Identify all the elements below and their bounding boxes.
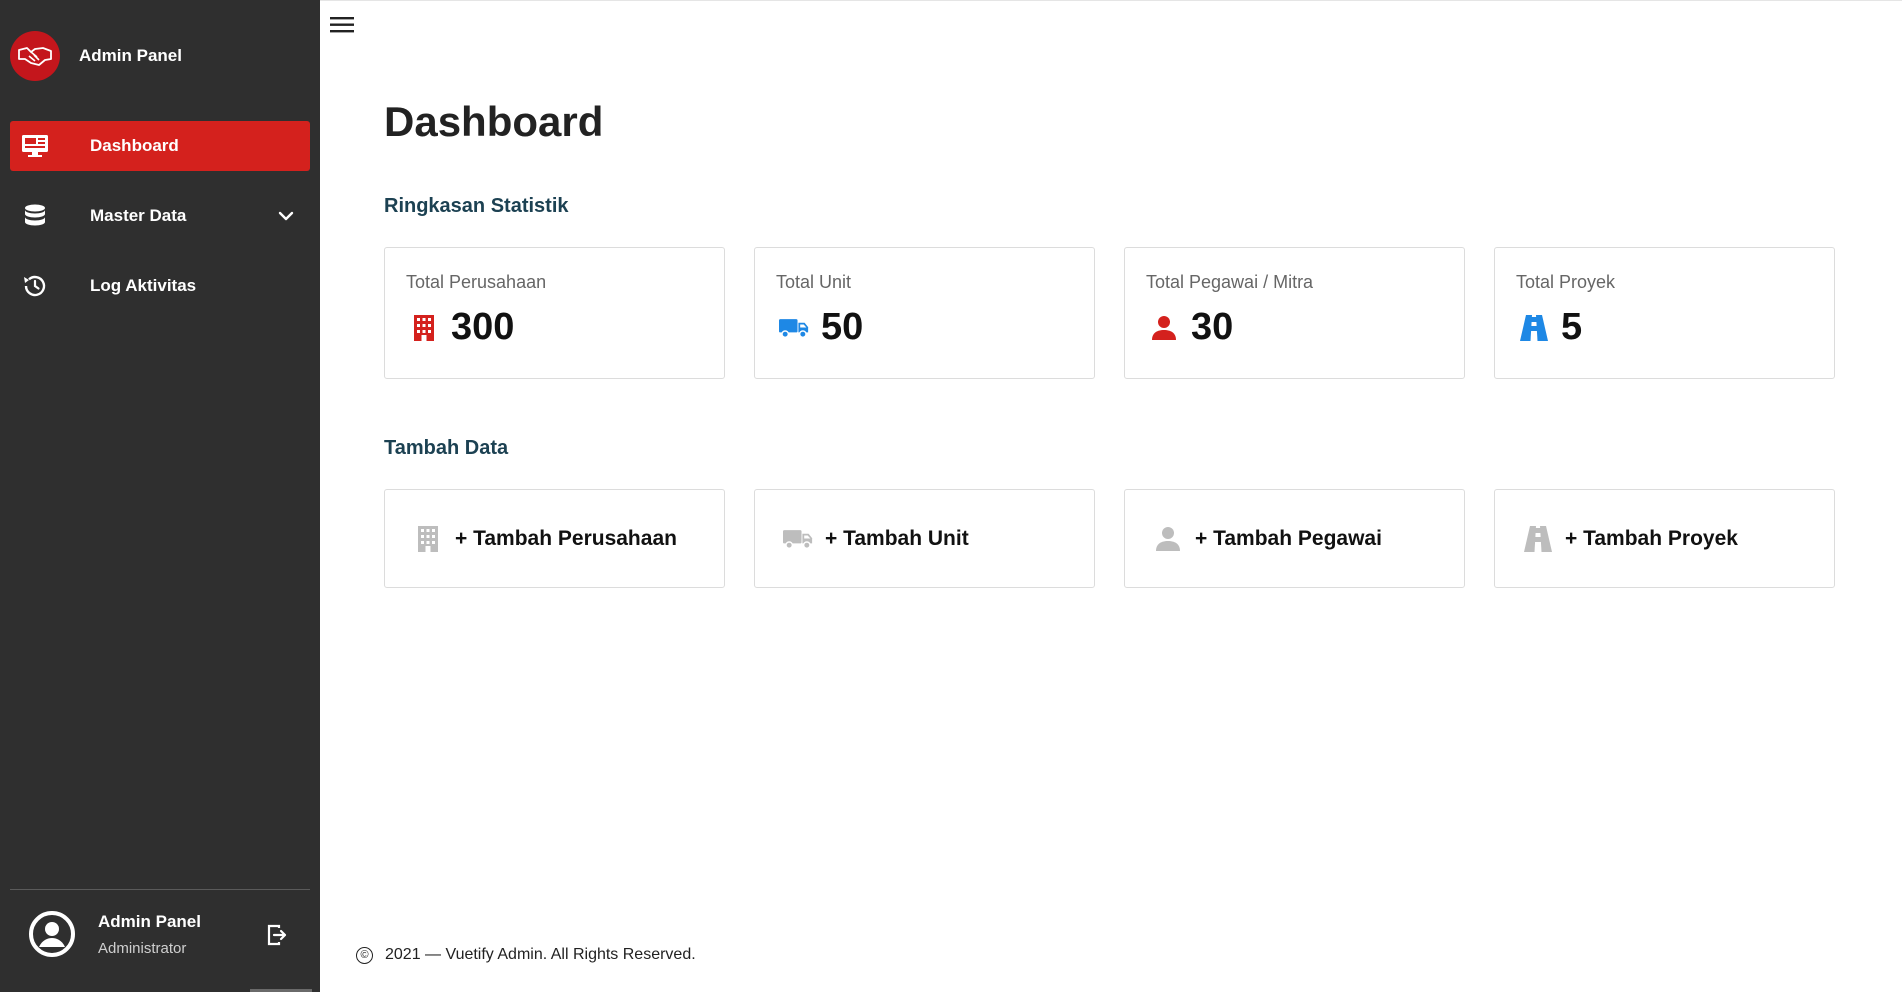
road-icon (1523, 524, 1553, 554)
history-icon (20, 271, 50, 301)
stat-label: Total Unit (776, 272, 852, 292)
building-icon (409, 313, 439, 343)
database-icon (20, 201, 50, 231)
truck-icon (783, 524, 813, 554)
sidebar-nav: Dashboard Master Data Log Aktivitas (10, 121, 310, 331)
sidebar-item-master-data[interactable]: Master Data (10, 191, 310, 241)
footer-text: 2021 — Vuetify Admin. All Rights Reserve… (385, 946, 696, 963)
building-icon (413, 524, 443, 554)
person-icon (1149, 313, 1179, 343)
stat-label: Total Perusahaan (406, 272, 547, 292)
monitor-icon (20, 131, 50, 161)
sidebar-item-dashboard[interactable]: Dashboard (10, 121, 310, 171)
brand[interactable]: Admin Panel (10, 31, 182, 81)
stat-card-proyek: Total Proyek 5 (1494, 247, 1835, 379)
brand-title: Admin Panel (79, 46, 182, 65)
user-role: Administrator (98, 939, 187, 957)
stat-value: 5 (1561, 306, 1583, 348)
main-content: Dashboard Ringkasan Statistik Total Peru… (320, 0, 1902, 992)
stat-card-pegawai: Total Pegawai / Mitra 30 (1124, 247, 1465, 379)
add-button-label: + Tambah Pegawai (1195, 526, 1382, 550)
user-name: Admin Panel (98, 911, 201, 931)
menu-icon[interactable] (330, 15, 354, 35)
handshake-logo-icon (10, 31, 60, 81)
sidebar-item-label: Log Aktivitas (90, 276, 197, 295)
logout-icon[interactable] (266, 924, 288, 946)
chevron-down-icon[interactable] (276, 206, 296, 226)
sidebar-item-log-aktivitas[interactable]: Log Aktivitas (10, 261, 310, 311)
add-button-label: + Tambah Proyek (1565, 526, 1738, 550)
sidebar-item-label: Master Data (90, 206, 187, 225)
add-unit-button[interactable]: + Tambah Unit (754, 489, 1095, 588)
user-profile[interactable]: Admin Panel Administrator (28, 910, 201, 958)
stat-label: Total Proyek (1516, 272, 1616, 292)
add-pegawai-button[interactable]: + Tambah Pegawai (1124, 489, 1465, 588)
stat-card-unit: Total Unit 50 (754, 247, 1095, 379)
add-button-label: + Tambah Unit (825, 526, 969, 550)
sidebar-item-label: Dashboard (90, 136, 179, 155)
stat-value: 300 (451, 306, 515, 348)
road-icon (1519, 313, 1549, 343)
account-circle-icon (28, 910, 76, 958)
stat-label: Total Pegawai / Mitra (1146, 272, 1314, 292)
user-info: Admin Panel Administrator (98, 912, 201, 957)
add-perusahaan-button[interactable]: + Tambah Perusahaan (384, 489, 725, 588)
add-proyek-button[interactable]: + Tambah Proyek (1494, 489, 1835, 588)
stat-value: 50 (821, 306, 864, 348)
person-icon (1153, 524, 1183, 554)
add-button-label: + Tambah Perusahaan (455, 526, 677, 550)
sidebar: Admin Panel Dashboard Master Data Log Ak… (0, 0, 320, 992)
copyright-icon: © (356, 946, 373, 964)
footer: © 2021 — Vuetify Admin. All Rights Reser… (356, 946, 696, 964)
add-section-title: Tambah Data (384, 437, 509, 459)
page-title: Dashboard (384, 98, 604, 145)
stat-card-perusahaan: Total Perusahaan 300 (384, 247, 725, 379)
stats-section-title: Ringkasan Statistik (384, 195, 569, 217)
stat-value: 30 (1191, 306, 1234, 348)
sidebar-divider (10, 889, 310, 890)
truck-icon (779, 313, 809, 343)
